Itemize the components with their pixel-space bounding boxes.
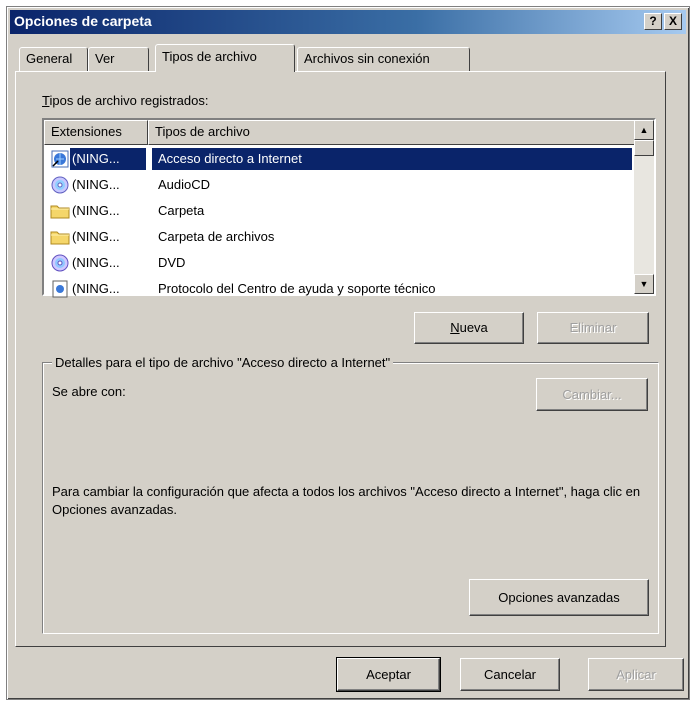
list-item-extension: (NING... [72,177,120,192]
list-item-extension: (NING... [72,255,120,270]
help-button[interactable]: ? [644,13,662,30]
scroll-thumb[interactable] [634,140,654,156]
cancel-button[interactable]: Cancelar [460,658,560,691]
cd-icon [51,176,69,194]
list-item-type: DVD [158,255,186,270]
folder-icon [50,205,70,219]
list-header: Extensiones Tipos de archivo [44,120,636,145]
list-item[interactable]: (NING... Acceso directo a Internet [44,146,636,172]
list-item[interactable]: (NING... DVD [44,250,636,276]
apply-button[interactable]: Aplicar [588,658,684,691]
internet-shortcut-icon [51,150,69,168]
new-button[interactable]: Nueva [414,312,524,344]
scroll-up-arrow-icon[interactable]: ▲ [634,120,654,140]
details-info-text: Para cambiar la configuración que afecta… [52,484,641,517]
tab-general[interactable]: General [19,47,88,71]
list-item-extension: (NING... [72,151,120,166]
scroll-down-arrow-icon[interactable]: ▼ [634,274,654,294]
help-protocol-icon [52,280,68,298]
list-item[interactable]: (NING... Carpeta de archivos [44,224,636,250]
title-bar: Opciones de carpeta ? X [10,10,686,34]
list-item-type: Carpeta de archivos [158,229,275,244]
column-file-types[interactable]: Tipos de archivo [148,120,636,145]
advanced-options-button[interactable]: Opciones avanzadas [469,579,649,616]
window-title: Opciones de carpeta [14,13,152,29]
registered-types-label: Tipos de archivo registrados: [42,93,209,108]
tab-tipos-de-archivo[interactable]: Tipos de archivo [155,44,295,72]
column-extensions[interactable]: Extensiones [44,120,148,145]
change-button[interactable]: Cambiar... [536,378,648,411]
tab-ver[interactable]: Ver [88,47,149,71]
details-legend: Detalles para el tipo de archivo "Acceso… [52,355,394,370]
list-item-type: AudioCD [158,177,211,192]
list-item[interactable]: (NING... AudioCD [44,172,636,198]
dvd-icon [51,254,69,272]
tab-archivos-sin-conexion[interactable]: Archivos sin conexión [297,47,470,71]
list-item-extension: (NING... [72,203,120,218]
file-types-list[interactable]: Extensiones Tipos de archivo (NING... Ac… [42,118,656,298]
folder-icon [50,231,70,245]
delete-button[interactable]: Eliminar [537,312,649,344]
list-item[interactable]: (NING... Protocolo del Centro de ayuda y… [44,276,636,302]
opens-with-label: Se abre con: [52,384,126,399]
list-item-extension: (NING... [72,281,120,296]
list-item-type: Carpeta [158,203,205,218]
list-item-type: Protocolo del Centro de ayuda y soporte … [158,281,436,296]
list-scrollbar[interactable]: ▲ ▼ [634,120,654,294]
list-item-extension: (NING... [72,229,120,244]
list-item[interactable]: (NING... Carpeta [44,198,636,224]
ok-button[interactable]: Aceptar [336,657,441,692]
list-item-type: Acceso directo a Internet [158,151,302,166]
close-button[interactable]: X [664,13,682,30]
